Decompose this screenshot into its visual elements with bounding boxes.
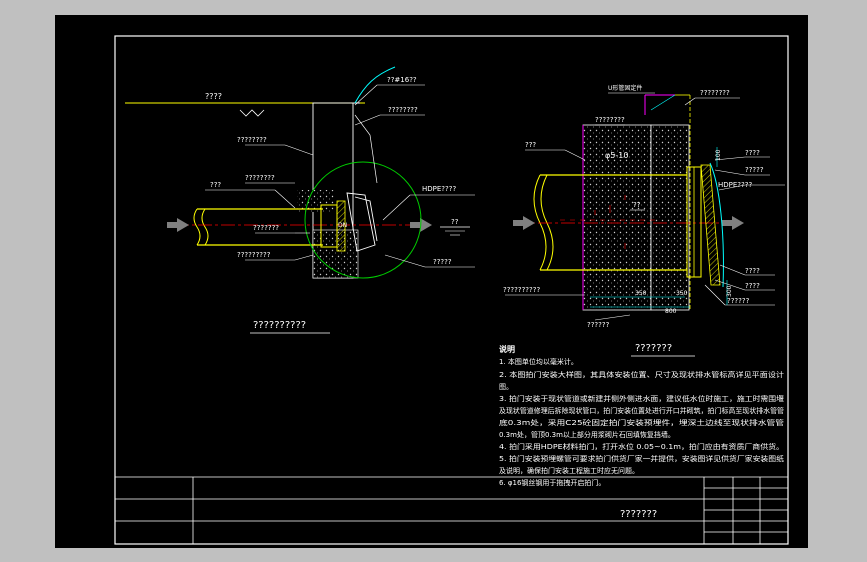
left-view-title: ??????????	[253, 320, 306, 331]
cad-viewport[interactable]: ??????? ???? DN ??#16?? ???????? ???????…	[55, 15, 808, 548]
right-dim-350a: 350	[635, 290, 647, 297]
right-side-label-4: ??????	[727, 297, 750, 305]
right-top-label: ????????	[700, 89, 730, 97]
notes-line-5: 及现状管道修理后拆除现状管口，拍门安装位置处进行开口并砌筑，拍门标高至现状排水管…	[499, 406, 784, 415]
cad-drawing: ??????? ???? DN ??#16?? ???????? ???????…	[114, 35, 789, 545]
right-rebar-label: φ5-10	[605, 151, 628, 160]
notes-line-7: 0.3m处，管顶0.3m以上部分用浆砌片石回填恢复挡墙。	[499, 430, 675, 439]
left-rebar-note: ????????	[388, 106, 418, 114]
right-side-label-3: ????	[745, 267, 760, 275]
left-gate-label: HDPE????	[422, 185, 456, 193]
right-dim-100: 100	[715, 149, 722, 161]
notes-line-11: 6. φ16钢丝钢用于拖拽开启拍门。	[499, 478, 605, 487]
right-gate-label: HDPE????	[718, 181, 752, 189]
notes-heading: 说明	[499, 344, 515, 354]
right-pipe-label: ???	[525, 141, 536, 149]
right-dim-300: 300	[726, 285, 733, 297]
left-fill-label: ???????	[253, 224, 279, 232]
left-wall-label: ????????	[237, 136, 267, 144]
notes-line-10: 及说明，确保拍门安装工程施工时应无问题。	[499, 466, 639, 475]
notes-line-1: 1. 本图单位均以毫米计。	[499, 357, 578, 366]
title-block	[115, 476, 788, 544]
notes-line-4: 3. 拍门安装于现状管道或新建并侧外侧进水面，建议低水位时施工，施工时需围堰	[499, 394, 784, 403]
title-block-name: ???????	[620, 509, 657, 520]
right-anchor-label: ??	[633, 201, 641, 209]
right-side-label-2: ?????	[745, 166, 764, 174]
right-dim-label-1: ????	[745, 282, 760, 290]
notes-line-9: 5. 拍门安装预埋螺管可要求拍门供货厂家一并提供，安装图详见供货厂家安装图纸	[499, 454, 784, 463]
svg-text:DN: DN	[338, 222, 347, 229]
right-top-note: U形管固定件	[608, 84, 642, 92]
notes-line-2: 2. 本图拍门安装大样图，其具体安装位置、尺寸及现状排水管标高详见平面设计	[499, 370, 784, 379]
right-base-note: ??????	[587, 321, 610, 329]
left-sweep-label: ?????	[433, 258, 452, 266]
left-ground-label: ????	[205, 92, 222, 101]
left-pipe-label: ???	[210, 181, 221, 189]
left-base-label: ?????????	[237, 251, 271, 259]
right-side-label-1: ????	[745, 149, 760, 157]
right-view-title: ???????	[635, 343, 672, 354]
right-bottom-label: ??????????	[503, 286, 540, 294]
design-notes: 说明 1. 本图单位均以毫米计。 2. 本图拍门安装大样图，其具体安装位置、尺寸…	[499, 344, 784, 487]
right-view: U形管固定件 ???????? ???????? ??? φ5-10 HDPE?…	[503, 84, 785, 357]
right-dim-800: 800	[665, 308, 677, 315]
left-view: ???? DN ??#16?? ???????? ???????? ??? ??…	[125, 66, 475, 334]
left-pipe-note: ????????	[245, 174, 275, 182]
right-dim-350b: 350	[676, 290, 688, 297]
left-water-label: ??	[451, 218, 459, 226]
notes-line-6: 底0.3m处，采用C25砼固定拍门安装预埋件，埋深土边线至现状排水管管	[499, 418, 784, 427]
notes-line-3: 图。	[499, 383, 513, 391]
notes-line-8: 4. 拍门采用HDPE材料拍门，打开水位 0.05~0.1m，拍门应由有资质厂商…	[499, 442, 784, 451]
left-rebar-label: ??#16??	[387, 76, 417, 84]
right-wall-label: ????????	[595, 116, 625, 124]
